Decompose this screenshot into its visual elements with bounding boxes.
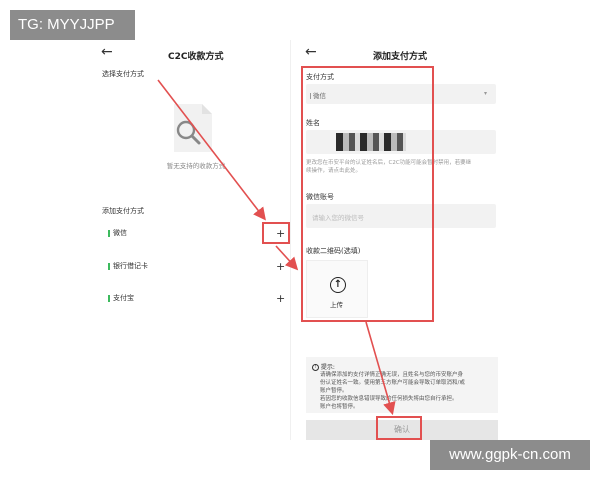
arrow-to-confirm <box>365 321 396 416</box>
annotation-arrows <box>157 79 396 416</box>
arrow-to-form <box>275 245 299 271</box>
arrow-to-plus <box>157 79 266 221</box>
watermark-bottom-right: www.ggpk-cn.com <box>430 440 590 470</box>
